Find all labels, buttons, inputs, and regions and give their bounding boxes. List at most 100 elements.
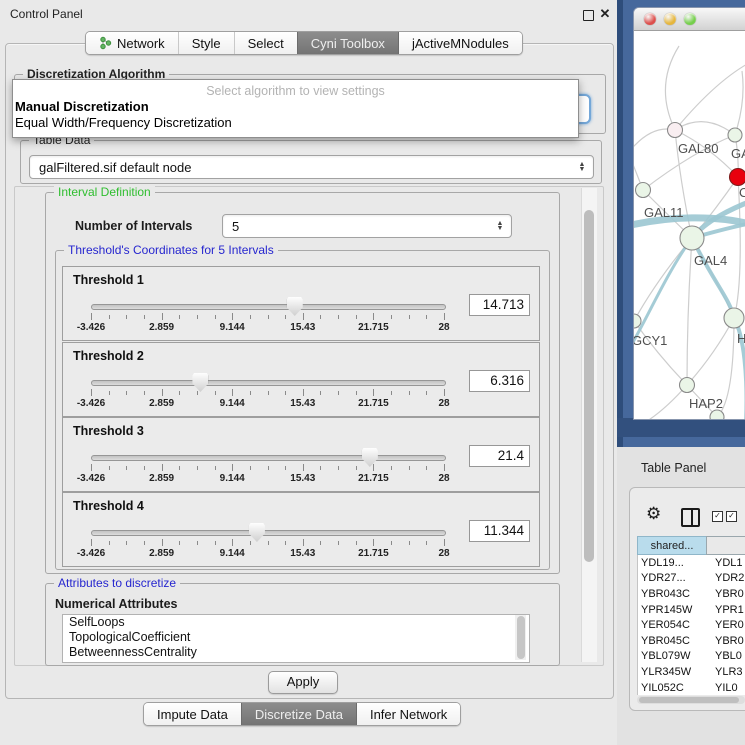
attribute-list-item[interactable]: SelfLoops bbox=[63, 615, 529, 630]
tab-style[interactable]: Style bbox=[178, 32, 234, 54]
network-edge[interactable] bbox=[634, 321, 687, 385]
cytoscape-desktop: GAL80GACGAL11GAL4GCY1HHAP2 bbox=[617, 0, 745, 447]
slider-tick bbox=[391, 541, 392, 545]
attribute-list-item[interactable]: BetweennessCentrality bbox=[63, 645, 529, 660]
table-row[interactable]: YBR045CYBR0 bbox=[638, 633, 745, 649]
slider-tick bbox=[197, 391, 198, 395]
slider-tick bbox=[320, 391, 321, 395]
apply-button[interactable]: Apply bbox=[268, 671, 338, 694]
tab-impute-data[interactable]: Impute Data bbox=[144, 703, 241, 725]
close-traffic-light[interactable] bbox=[644, 13, 656, 25]
dropdown-option-manual-discretization[interactable]: Manual Discretization bbox=[15, 99, 149, 114]
tab-label: Impute Data bbox=[157, 707, 228, 722]
network-node-green[interactable] bbox=[680, 378, 695, 393]
number-of-intervals-spinner[interactable]: 5 ▲▼ bbox=[222, 214, 512, 238]
table-row[interactable]: YLR345WYLR3 bbox=[638, 664, 745, 680]
table-row[interactable]: YPR145WYPR1 bbox=[638, 602, 745, 618]
network-edge-thick[interactable] bbox=[692, 238, 734, 318]
network-edge[interactable] bbox=[644, 385, 687, 420]
table-column-header[interactable]: n bbox=[706, 536, 745, 555]
slider-thumb[interactable] bbox=[192, 373, 208, 392]
network-view-window[interactable]: GAL80GACGAL11GAL4GCY1HHAP2 bbox=[633, 7, 745, 420]
slider-tick bbox=[91, 464, 92, 471]
network-edge[interactable] bbox=[735, 71, 743, 135]
slider-tick bbox=[409, 466, 410, 470]
slider-track[interactable] bbox=[91, 530, 446, 536]
table-row[interactable]: YDL19...YDL1 bbox=[638, 555, 745, 571]
table-column-header[interactable]: shared... bbox=[637, 536, 706, 555]
numerical-attributes-list[interactable]: SelfLoopsTopologicalCoefficientBetweenne… bbox=[62, 614, 530, 663]
table-cell: YIL052C bbox=[638, 682, 709, 694]
network-edge[interactable] bbox=[687, 238, 692, 385]
network-node-green[interactable] bbox=[710, 410, 724, 420]
table-header-row: shared...n bbox=[637, 536, 745, 555]
network-edge[interactable] bbox=[675, 56, 745, 130]
slider-tick bbox=[426, 541, 427, 545]
float-window-icon[interactable] bbox=[583, 10, 594, 21]
close-icon[interactable]: ✕ bbox=[599, 8, 611, 20]
network-graph-canvas[interactable]: GAL80GACGAL11GAL4GCY1HHAP2 bbox=[634, 31, 745, 420]
slider-tick bbox=[409, 391, 410, 395]
tab-infer-network[interactable]: Infer Network bbox=[356, 703, 460, 725]
table-row[interactable]: YBR043CYBR0 bbox=[638, 586, 745, 602]
slider-thumb[interactable] bbox=[249, 523, 265, 542]
attribute-list-item[interactable]: TopologicalCoefficient bbox=[63, 630, 529, 645]
network-node-green[interactable] bbox=[636, 183, 651, 198]
tab-discretize-data[interactable]: Discretize Data bbox=[241, 703, 356, 725]
slider-tick-label: 15.43 bbox=[290, 398, 315, 409]
dropdown-option-equal-width-frequency-discretization[interactable]: Equal Width/Frequency Discretization bbox=[15, 115, 232, 130]
network-edge[interactable] bbox=[687, 318, 734, 385]
threshold-value-field[interactable]: 6.316 bbox=[469, 370, 530, 392]
horizontal-scrollbar-thumb[interactable] bbox=[639, 697, 739, 703]
threshold-value-field[interactable]: 21.4 bbox=[469, 445, 530, 467]
table-row[interactable]: YIL052CYIL0 bbox=[638, 680, 745, 695]
slider-tick bbox=[356, 315, 357, 319]
network-node-green[interactable] bbox=[634, 314, 641, 328]
tab-cyni-toolbox[interactable]: Cyni Toolbox bbox=[297, 32, 398, 54]
table-row[interactable]: YER054CYER0 bbox=[638, 617, 745, 633]
network-edge[interactable] bbox=[634, 131, 643, 190]
tab-jactivemnodules[interactable]: jActiveMNodules bbox=[398, 32, 522, 54]
threshold-value-field[interactable]: 11.344 bbox=[469, 520, 530, 542]
slider-track[interactable] bbox=[91, 380, 446, 386]
tab-select[interactable]: Select bbox=[234, 32, 297, 54]
split-columns-icon[interactable] bbox=[681, 508, 700, 527]
network-node-green[interactable] bbox=[724, 308, 744, 328]
slider-thumb[interactable] bbox=[287, 297, 303, 316]
threshold-panel-4: Threshold 4-3.4262.8599.14415.4321.71528… bbox=[62, 492, 540, 567]
network-edge[interactable] bbox=[665, 46, 679, 130]
horizontal-scrollbar[interactable] bbox=[637, 696, 745, 704]
table-data-combobox[interactable]: galFiltered.sif default node ▲▼ bbox=[29, 155, 594, 179]
checkbox-icon-2[interactable]: ✓ bbox=[726, 511, 737, 522]
network-node-pink[interactable] bbox=[668, 123, 683, 138]
threshold-value-field[interactable]: 14.713 bbox=[469, 294, 530, 316]
slider-thumb[interactable] bbox=[362, 448, 378, 467]
list-scrollbar[interactable] bbox=[515, 615, 526, 660]
spinner-stepper-icon: ▲▼ bbox=[493, 221, 511, 231]
dropdown-hint: Select algorithm to view settings bbox=[13, 84, 578, 98]
checkbox-icon-1[interactable]: ✓ bbox=[712, 511, 723, 522]
threshold-panel-3: Threshold 3-3.4262.8599.14415.4321.71528… bbox=[62, 417, 540, 492]
network-node-red[interactable] bbox=[730, 169, 745, 186]
gear-icon[interactable]: ⚙ bbox=[646, 505, 661, 522]
table-row[interactable]: YBL079WYBL0 bbox=[638, 649, 745, 665]
table-cell: YBL0 bbox=[709, 650, 742, 662]
slider-track[interactable] bbox=[91, 455, 446, 461]
network-edge[interactable] bbox=[675, 122, 735, 135]
slider-tick-label: 21.715 bbox=[358, 398, 389, 409]
table-row[interactable]: YDR27...YDR2 bbox=[638, 571, 745, 587]
algorithm-dropdown-popup: Select algorithm to view settings Manual… bbox=[12, 79, 579, 138]
vertical-scrollbar-thumb[interactable] bbox=[584, 210, 594, 562]
network-node-green[interactable] bbox=[680, 226, 704, 250]
slider-tick bbox=[391, 466, 392, 470]
tab-network[interactable]: Network bbox=[86, 32, 178, 54]
minimize-traffic-light[interactable] bbox=[664, 13, 676, 25]
slider-track[interactable] bbox=[91, 304, 446, 310]
network-node-green[interactable] bbox=[728, 128, 742, 142]
network-window-titlebar[interactable] bbox=[634, 8, 745, 31]
zoom-traffic-light[interactable] bbox=[684, 13, 696, 25]
attributes-group-label: Attributes to discretize bbox=[54, 576, 180, 590]
panel-title: Control Panel bbox=[10, 7, 83, 21]
threshold-label: Threshold 2 bbox=[73, 349, 144, 363]
slider-tick bbox=[179, 466, 180, 470]
